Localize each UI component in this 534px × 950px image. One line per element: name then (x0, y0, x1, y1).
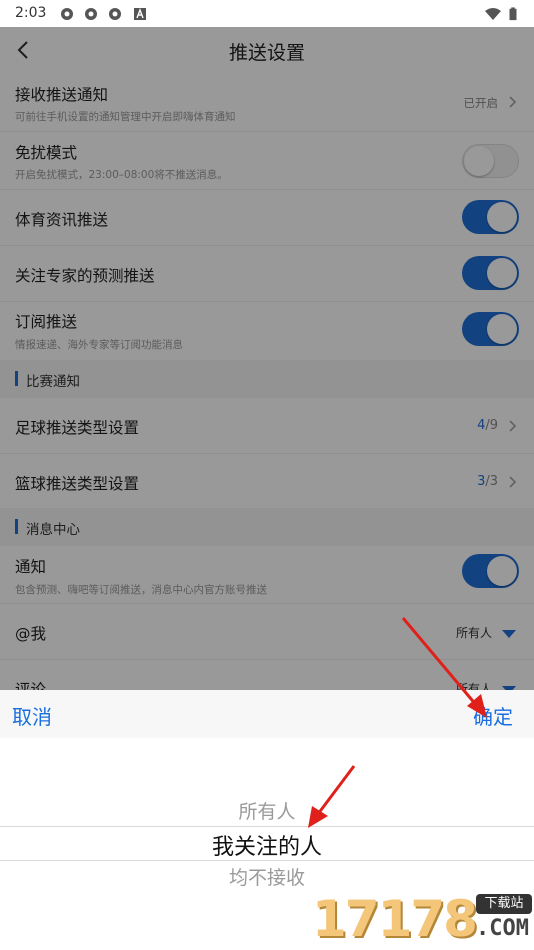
app-notification-icon (85, 8, 97, 20)
battery-icon (509, 7, 517, 21)
watermark-digits: 17178 (312, 890, 478, 948)
wifi-icon (485, 8, 501, 20)
picker-divider (0, 860, 534, 861)
picker-option-none[interactable]: 均不接收 (0, 863, 534, 890)
picker-divider (0, 826, 534, 827)
picker-option-everyone[interactable]: 所有人 (0, 797, 534, 824)
watermark-com: .COM (476, 916, 529, 941)
picker-option-following[interactable]: 我关注的人 (0, 829, 534, 861)
app-notification-icon (61, 8, 73, 20)
modal-dim-overlay[interactable] (0, 27, 534, 690)
annotation-arrow-icon (401, 617, 487, 718)
status-bar: 2:03 (0, 0, 534, 27)
app-notification-icon (109, 8, 121, 20)
watermark-badge: 下载站 (476, 894, 532, 914)
font-notification-icon (134, 8, 146, 20)
site-watermark-logo: 17178 下载站 .COM (308, 888, 534, 950)
cancel-button[interactable]: 取消 (12, 701, 52, 730)
annotation-arrow-icon (308, 765, 356, 828)
status-time: 2:03 (15, 5, 47, 21)
